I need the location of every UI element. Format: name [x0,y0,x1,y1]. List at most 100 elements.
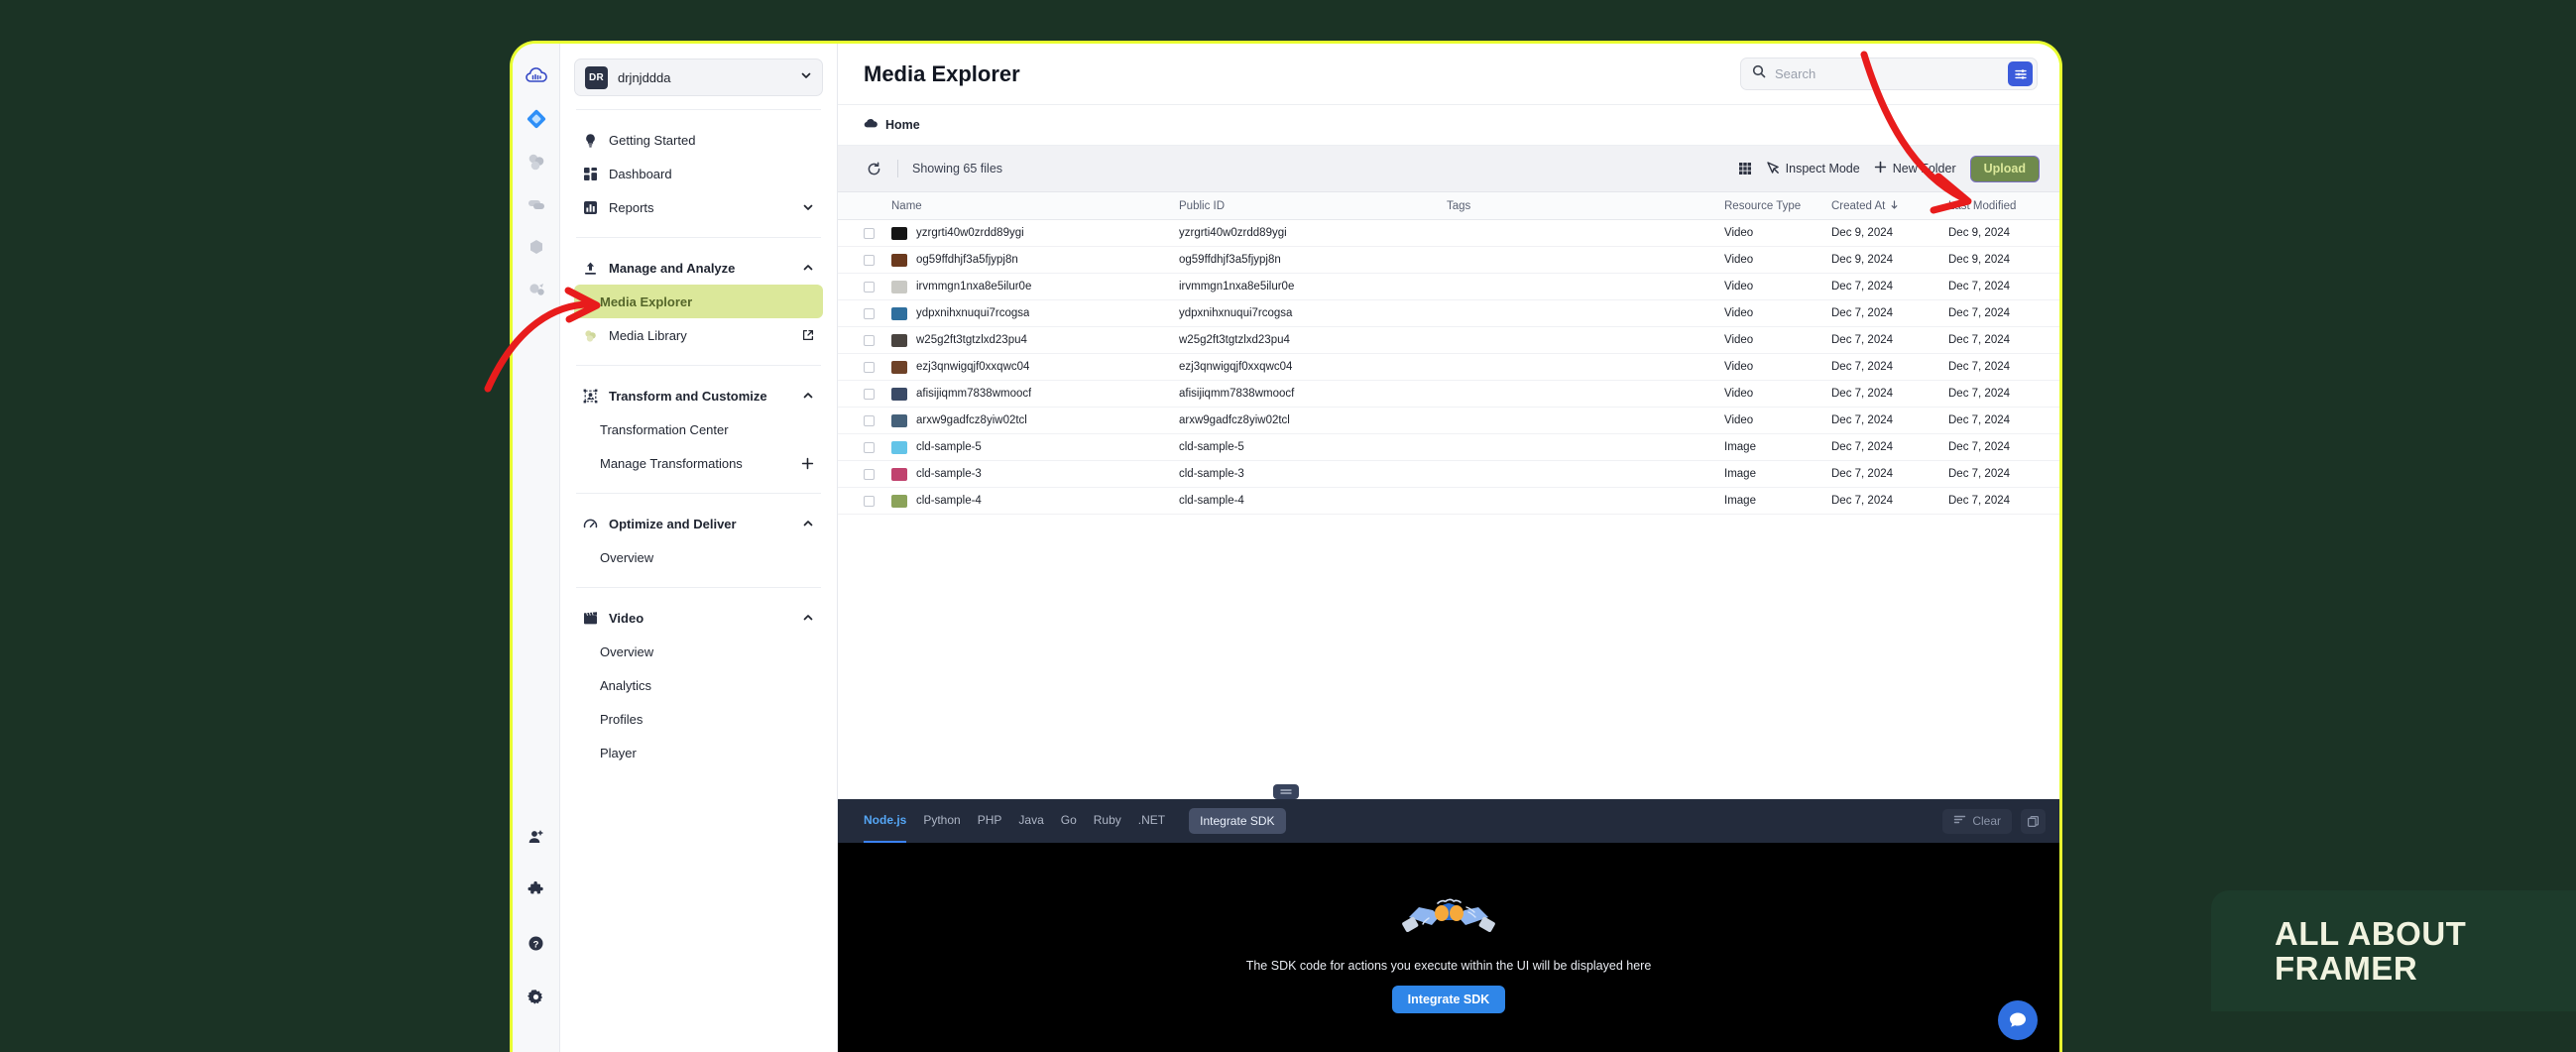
inspect-mode-button[interactable]: Inspect Mode [1766,161,1860,177]
media-optimizer-icon[interactable] [521,188,552,220]
sidebar-item-reports[interactable]: Reports [574,190,823,224]
row-checkbox[interactable] [864,228,875,239]
table-row[interactable]: afisijiqmm7838wmoocfafisijiqmm7838wmoocf… [838,381,2059,408]
nav-divider [576,493,821,494]
column-header-created-at[interactable]: Created At [1831,200,1948,212]
refresh-icon[interactable] [864,159,883,178]
row-checkbox-cell[interactable] [864,496,891,507]
extensions-icon[interactable] [521,874,552,905]
table-row[interactable]: irvmmgn1nxa8e5ilur0eirvmmgn1nxa8e5ilur0e… [838,274,2059,300]
chevron-down-icon[interactable] [800,200,815,215]
row-checkbox[interactable] [864,308,875,319]
row-checkbox-cell[interactable] [864,362,891,373]
chevron-up-icon[interactable] [800,517,815,531]
table-row[interactable]: yzrgrti40w0zrdd89ygiyzrgrti40w0zrdd89ygi… [838,220,2059,247]
sdk-tab-node-js[interactable]: Node.js [864,799,906,843]
sdk-tab-python[interactable]: Python [923,799,960,843]
sidebar-item-analytics[interactable]: Analytics [574,668,823,702]
table-row[interactable]: w25g2ft3tgtzlxd23pu4w25g2ft3tgtzlxd23pu4… [838,327,2059,354]
integrate-sdk-button[interactable]: Integrate SDK [1189,808,1285,834]
sdk-integrate-cta-button[interactable]: Integrate SDK [1392,986,1506,1013]
table-row[interactable]: cld-sample-4cld-sample-4ImageDec 7, 2024… [838,488,2059,515]
programmable-media-icon[interactable] [521,103,552,135]
row-checkbox[interactable] [864,389,875,400]
settings-gear-icon[interactable] [521,981,552,1012]
sidebar-item-transform-and-customize[interactable]: Transform and Customize [574,379,823,412]
breadcrumb-home-link[interactable]: Home [885,118,920,132]
sidebar-item-video[interactable]: Video [574,601,823,635]
sidebar-item-label: Analytics [600,678,815,693]
row-checkbox-cell[interactable] [864,415,891,426]
chevron-up-icon[interactable] [800,261,815,276]
row-checkbox[interactable] [864,255,875,266]
row-checkbox-cell[interactable] [864,442,891,453]
row-checkbox-cell[interactable] [864,282,891,292]
assets-icon[interactable] [521,146,552,177]
row-checkbox[interactable] [864,496,875,507]
table-row[interactable]: og59ffdhjf3a5fjypj8nog59ffdhjf3a5fjypj8n… [838,247,2059,274]
upload-button[interactable]: Upload [1970,156,2040,182]
table-row[interactable]: arxw9gadfcz8yiw02tclarxw9gadfcz8yiw02tcl… [838,408,2059,434]
table-row[interactable]: cld-sample-3cld-sample-3ImageDec 7, 2024… [838,461,2059,488]
table-row[interactable]: ydpxnihxnuqui7rcogsaydpxnihxnuqui7rcogsa… [838,300,2059,327]
column-header-public-id[interactable]: Public ID [1179,200,1447,212]
copy-icon[interactable] [2021,809,2046,834]
add-user-icon[interactable] [521,820,552,852]
row-checkbox-cell[interactable] [864,469,891,480]
filter-sliders-icon[interactable] [2008,61,2033,86]
sidebar-item-label: Video [609,611,790,626]
row-checkbox[interactable] [864,335,875,346]
clear-lines-icon [1953,813,1966,829]
help-icon[interactable]: ? [521,927,552,959]
row-checkbox[interactable] [864,415,875,426]
sidebar-item-player[interactable]: Player [574,736,823,769]
column-header-tags[interactable]: Tags [1447,200,1724,212]
sidebar-item-manage-and-analyze[interactable]: Manage and Analyze [574,251,823,285]
plus-icon[interactable] [800,456,815,471]
search-input[interactable] [1775,66,2008,81]
sidebar-item-transformation-center[interactable]: Transformation Center [574,412,823,446]
sidebar-item-optimize-and-deliver[interactable]: Optimize and Deliver [574,507,823,540]
grid-view-button[interactable] [1738,162,1752,175]
cell-public-id: afisijiqmm7838wmoocf [1179,388,1447,400]
row-checkbox[interactable] [864,469,875,480]
panel-resize-handle[interactable] [1273,784,1299,799]
chevron-up-icon[interactable] [800,389,815,404]
sidebar-item-getting-started[interactable]: Getting Started [574,123,823,157]
sdk-tab-ruby[interactable]: Ruby [1094,799,1121,843]
sidebar-item-manage-transformations[interactable]: Manage Transformations [574,446,823,480]
sdk-tab-go[interactable]: Go [1061,799,1077,843]
sdk-tab-java[interactable]: Java [1018,799,1043,843]
row-checkbox-cell[interactable] [864,228,891,239]
clear-button[interactable]: Clear [1942,809,2012,834]
sdk-tab--net[interactable]: .NET [1138,799,1165,843]
row-checkbox[interactable] [864,442,875,453]
chevron-up-icon[interactable] [800,611,815,626]
account-switcher[interactable]: DR drjnjddda [574,58,823,96]
table-row[interactable]: cld-sample-5cld-sample-5ImageDec 7, 2024… [838,434,2059,461]
row-checkbox-cell[interactable] [864,335,891,346]
new-folder-button[interactable]: New Folder [1874,161,1956,176]
row-checkbox[interactable] [864,282,875,292]
cloud-shapes-icon[interactable] [521,231,552,263]
sidebar-item-overview[interactable]: Overview [574,540,823,574]
sidebar-item-media-library[interactable]: Media Library [574,318,823,352]
sidebar-item-overview[interactable]: Overview [574,635,823,668]
sdk-tab-php[interactable]: PHP [978,799,1002,843]
column-header-name[interactable]: Name [891,200,1179,212]
table-row[interactable]: ezj3qnwigqjf0xxqwc04ezj3qnwigqjf0xxqwc04… [838,354,2059,381]
row-checkbox-cell[interactable] [864,255,891,266]
row-checkbox-cell[interactable] [864,389,891,400]
column-header-resource-type[interactable]: Resource Type [1724,200,1831,212]
search-box[interactable] [1740,58,2038,90]
column-header-last-modified[interactable]: Last Modified [1948,200,2059,212]
row-checkbox-cell[interactable] [864,308,891,319]
cloudinary-logo-icon[interactable] [521,60,552,92]
sidebar-item-media-explorer[interactable]: Media Explorer [574,285,823,318]
sidebar-item-dashboard[interactable]: Dashboard [574,157,823,190]
media-flows-icon[interactable] [521,274,552,305]
chat-support-icon[interactable] [1998,1000,2038,1040]
external-link-icon[interactable] [800,328,815,343]
sidebar-item-profiles[interactable]: Profiles [574,702,823,736]
row-checkbox[interactable] [864,362,875,373]
